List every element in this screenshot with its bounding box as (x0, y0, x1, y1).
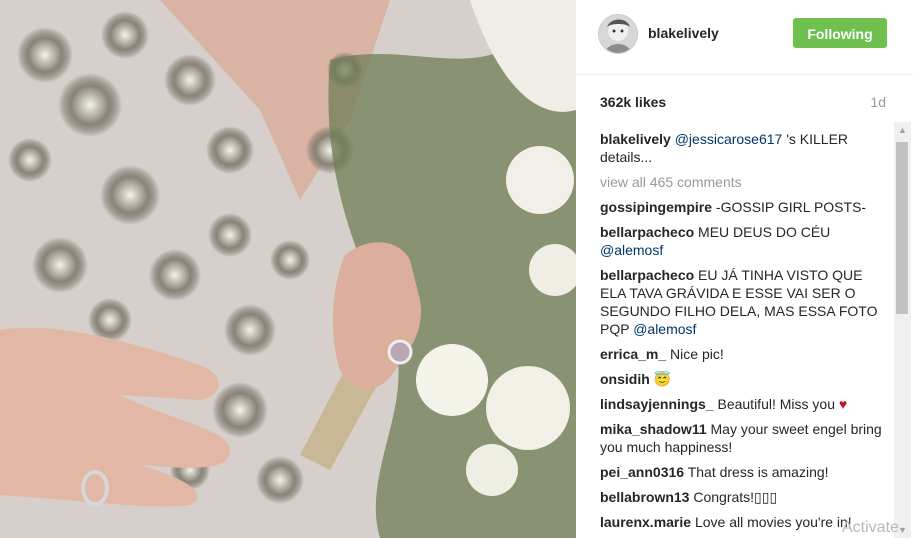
photo-illustration (0, 0, 576, 538)
view-all-comments-link[interactable]: view all 465 comments (600, 173, 888, 191)
comment-item: bellarpacheco MEU DEUS DO CÉU @alemosf (600, 223, 888, 259)
comment-username[interactable]: laurenx.marie (600, 514, 691, 530)
post-photo[interactable] (0, 0, 576, 538)
comment-text: Congrats!▯▯▯ (689, 489, 778, 505)
comment-text: 😇 (649, 371, 672, 387)
comment-item: onsidih 😇 (600, 370, 888, 388)
avatar[interactable] (598, 14, 638, 54)
comment-item: bellarpacheco EU JÁ TINHA VISTO QUE ELA … (600, 266, 888, 338)
comment-item: errica_m_ Nice pic! (600, 345, 888, 363)
post-time[interactable]: 1d (870, 94, 886, 110)
caption: blakelively @jessicarose617 's KILLER de… (600, 130, 888, 166)
comment-text: MEU DEUS DO CÉU (694, 224, 831, 240)
comment-item: lindsayjennings_ Beautiful! Miss you ♥ (600, 395, 888, 413)
scroll-thumb[interactable] (896, 142, 908, 314)
comment-mention[interactable]: @alemosf (633, 321, 696, 337)
comment-text: -GOSSIP GIRL POSTS- (712, 199, 867, 215)
activate-watermark: Activate (842, 519, 899, 536)
comment-item: mika_shadow11 May your sweet engel bring… (600, 420, 888, 456)
likes-row: 362k likes 1d (600, 94, 886, 112)
likes-count[interactable]: 362k likes (600, 94, 666, 110)
comment-username[interactable]: bellarpacheco (600, 224, 694, 240)
post-side-panel: blakelively Following 362k likes 1d blak… (576, 0, 913, 538)
comment-text: Beautiful! Miss you (713, 396, 839, 412)
comments-scrollbar[interactable]: ▲ ▼ (894, 122, 911, 538)
post-header: blakelively Following (576, 0, 913, 75)
comment-username[interactable]: bellarpacheco (600, 267, 694, 283)
comment-item: pei_ann0316 That dress is amazing! (600, 463, 888, 481)
post-username[interactable]: blakelively (648, 25, 719, 41)
comments-list: blakelively @jessicarose617 's KILLER de… (600, 130, 888, 538)
comment-mention[interactable]: @alemosf (600, 242, 663, 258)
caption-username[interactable]: blakelively (600, 131, 671, 147)
caption-mention[interactable]: @jessicarose617 (675, 131, 783, 147)
comment-username[interactable]: gossipingempire (600, 199, 712, 215)
comment-username[interactable]: onsidih (600, 371, 650, 387)
comment-text: Nice pic! (666, 346, 724, 362)
comment-username[interactable]: bellabrown13 (600, 489, 689, 505)
comment-item: bellabrown13 Congrats!▯▯▯ (600, 488, 888, 506)
comment-text: Love all movies you're in! (691, 514, 852, 530)
scroll-up-icon[interactable]: ▲ (894, 122, 911, 138)
avatar-image (599, 15, 637, 53)
comment-username[interactable]: pei_ann0316 (600, 464, 684, 480)
comment-text: That dress is amazing! (684, 464, 829, 480)
following-button[interactable]: Following (793, 18, 887, 48)
comment-item: gossipingempire -GOSSIP GIRL POSTS- (600, 198, 888, 216)
comment-username[interactable]: mika_shadow11 (600, 421, 707, 437)
comment-username[interactable]: errica_m_ (600, 346, 666, 362)
comment-username[interactable]: lindsayjennings_ (600, 396, 714, 412)
heart-icon: ♥ (838, 396, 848, 412)
